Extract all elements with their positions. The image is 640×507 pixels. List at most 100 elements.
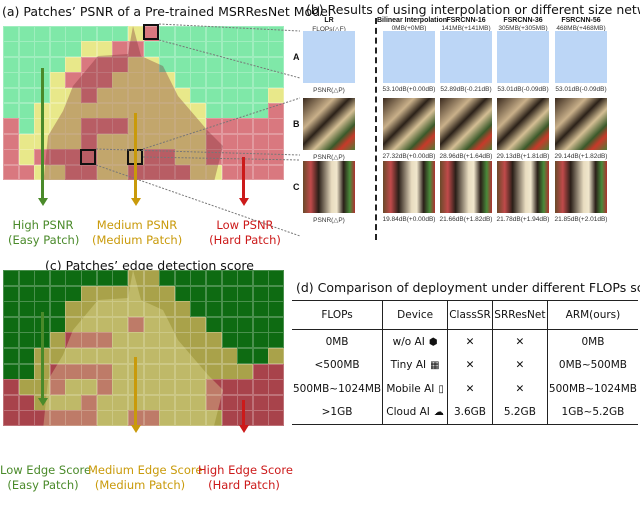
- cell-flops: 0MB: [325, 335, 349, 348]
- header-flops: FLOPs: [292, 300, 383, 330]
- cell-arm: 0MB~500MB: [546, 353, 638, 377]
- device-label: Tiny AI: [390, 359, 427, 372]
- row-label: C: [293, 182, 300, 192]
- table-row: <500MB Tiny AI ▦ ✕ ✕ 0MB~500MB: [292, 353, 638, 377]
- low-edge-arrow: [41, 312, 44, 400]
- connector-b-top: [142, 97, 300, 150]
- thumbnail-b-2: [440, 98, 492, 150]
- thumbnail-b-1: [383, 98, 435, 150]
- psnr-caption: PSNR(△P): [313, 154, 345, 161]
- high-psnr-arrow: [41, 68, 44, 200]
- legend-label: Low PSNR: [216, 218, 274, 232]
- thumbnail-c-2: [440, 161, 492, 213]
- cell-device: w/o AI ⬢: [382, 329, 448, 354]
- legend-medium-psnr: Medium PSNR (Medium Patch): [92, 218, 182, 248]
- legend-label: Medium PSNR: [96, 218, 178, 232]
- cell-srresnet: ✕: [491, 353, 548, 377]
- legend-high-psnr: High PSNR (Easy Patch): [8, 218, 80, 248]
- legend-label: Medium Edge Score: [88, 463, 203, 477]
- thumbnail-b-0: [303, 98, 355, 150]
- cell-arm: 1GB~5.2GB: [546, 400, 638, 425]
- thumbnail-a-4: [555, 31, 607, 83]
- legend-sublabel: (Easy Patch): [8, 233, 80, 247]
- device-label: Cloud AI: [386, 406, 430, 419]
- medium-edge-arrow: [134, 357, 137, 427]
- cell-arm: 500MB~1024MB: [546, 377, 638, 401]
- thumbnail-c-1: [383, 161, 435, 213]
- legend-label: Low Edge Score: [0, 463, 92, 477]
- connector-a-top: [158, 23, 300, 32]
- psnr-caption: 53.01dB(-0.09dB): [555, 86, 607, 93]
- chip-icon: ▦: [430, 360, 440, 372]
- medium-psnr-arrow: [134, 113, 137, 200]
- header-device: Device: [382, 300, 448, 330]
- cell-flops: 500MB~1024MB: [293, 382, 382, 395]
- cell-classsr: ✕: [447, 377, 493, 401]
- cell-classsr: ✕: [447, 353, 493, 377]
- legend-sublabel: (Medium Patch): [94, 478, 186, 492]
- legend-sublabel: (Hard Patch): [208, 478, 280, 492]
- low-psnr-arrow: [242, 157, 245, 200]
- low-psnr-arrowhead: [238, 198, 249, 206]
- cell-flops: >1GB: [292, 400, 383, 425]
- medium-edge-arrowhead: [130, 425, 141, 433]
- connector-a-bottom: [158, 39, 300, 79]
- panel-b-title: (b) Results of using interpolation or di…: [306, 2, 640, 17]
- cell-classsr: 3.6GB: [447, 400, 493, 425]
- low-edge-arrowhead: [37, 398, 48, 406]
- thumbnail-a-1: [383, 31, 435, 83]
- legend-low-edge: Low Edge Score (Easy Patch): [0, 463, 92, 493]
- high-edge-arrow: [242, 400, 245, 427]
- cell-classsr: ✕: [447, 329, 493, 354]
- cell-srresnet: ✕: [491, 377, 548, 401]
- cell-srresnet: 5.2GB: [491, 400, 548, 425]
- cell-device: Mobile AI ▯: [382, 377, 448, 401]
- connector-b-bottom: [95, 148, 300, 156]
- thumbnail-a-3: [497, 31, 549, 83]
- row-label: B: [293, 119, 300, 129]
- phone-icon: ▯: [438, 383, 444, 395]
- thumbnail-a-2: [440, 31, 492, 83]
- table-row: 0MB w/o AI ⬢ ✕ ✕ 0MB: [292, 329, 638, 354]
- legend-sublabel: (Easy Patch): [7, 478, 79, 492]
- cpu-icon: ⬢: [428, 336, 438, 348]
- connector-c-top: [142, 156, 300, 161]
- thumbnail-b-3: [497, 98, 549, 150]
- legend-medium-edge: Medium Edge Score (Medium Patch): [88, 463, 203, 493]
- device-label: w/o AI: [392, 335, 425, 348]
- legend-low-psnr: Low PSNR (Hard Patch): [205, 218, 285, 248]
- column-header: FSRCNN-56: [561, 17, 601, 24]
- header-classsr: ClassSR: [447, 300, 493, 330]
- high-psnr-arrowhead: [37, 198, 48, 206]
- psnr-caption: 21.85dB(+2.01dB): [554, 216, 608, 223]
- cell-device: Cloud AI ☁: [382, 400, 448, 425]
- header-srresnet: SRResNet: [491, 300, 548, 330]
- cell-flops: <500MB: [314, 359, 360, 372]
- thumbnail-c-0: [303, 161, 355, 213]
- high-edge-arrowhead: [238, 425, 249, 433]
- psnr-caption: PSNR(△P): [313, 87, 345, 94]
- header-arm: ARM(ours): [546, 300, 638, 330]
- cloud-server-icon: ☁: [433, 407, 444, 419]
- cell-device: Tiny AI ▦: [382, 353, 448, 377]
- legend-sublabel: (Medium Patch): [92, 233, 183, 247]
- psnr-caption: 29.14dB(+1.82dB): [554, 153, 608, 160]
- legend-label: High Edge Score: [198, 463, 293, 477]
- thumbnail-c-3: [497, 161, 549, 213]
- thumbnail-a-0: [303, 31, 355, 83]
- table-header-row: FLOPs Device ClassSR SRResNet ARM(ours): [292, 300, 638, 330]
- medium-psnr-arrowhead: [130, 198, 141, 206]
- row-label: A: [293, 52, 300, 62]
- legend-label: High PSNR: [12, 218, 74, 232]
- column-header: FSRCNN-36: [503, 17, 543, 24]
- cell-srresnet: ✕: [491, 329, 548, 354]
- deployment-comparison-table: FLOPs Device ClassSR SRResNet ARM(ours) …: [292, 300, 638, 425]
- legend-high-edge: High Edge Score (Hard Patch): [198, 463, 293, 493]
- column-header: Bilinear Interpolation: [377, 17, 448, 24]
- device-label: Mobile AI: [386, 382, 435, 395]
- thumbnail-b-4: [555, 98, 607, 150]
- legend-sublabel: (Hard Patch): [209, 233, 281, 247]
- cell-arm: 0MB: [546, 329, 638, 354]
- thumbnail-c-4: [555, 161, 607, 213]
- column-header: FSRCNN-16: [446, 17, 486, 24]
